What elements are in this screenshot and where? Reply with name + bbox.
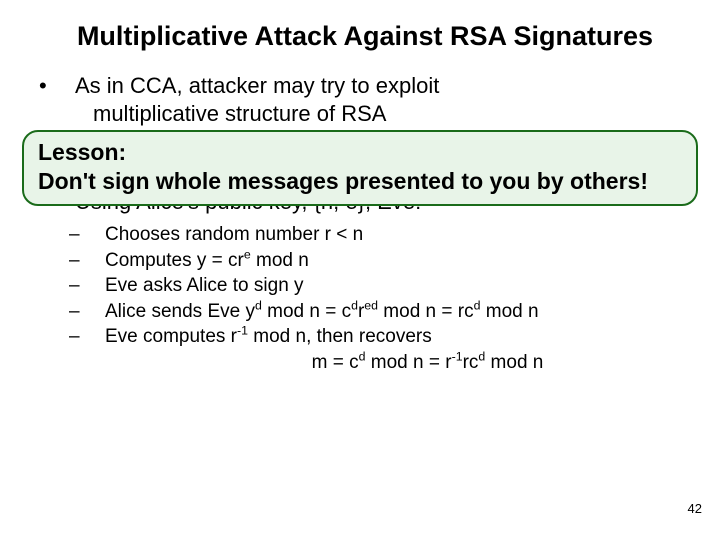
sup: d: [255, 298, 262, 312]
sub-text: Computes y = cr: [105, 250, 244, 271]
eq-text: m = c: [312, 352, 359, 373]
sub-text: mod n, then recovers: [248, 326, 432, 347]
equation: m = cd mod n = r-1rcd mod n: [105, 352, 680, 374]
bullet-text: multiplicative structure of RSA: [93, 101, 386, 126]
lesson-body: Don't sign whole messages presented to y…: [38, 167, 682, 196]
eq-text: mod n: [485, 352, 543, 373]
dash: –: [87, 273, 105, 299]
sub-text: mod n: [480, 301, 538, 322]
lesson-callout: Lesson: Don't sign whole messages presen…: [22, 130, 698, 206]
sub-item: –Alice sends Eve yd mod n = cdred mod n …: [105, 299, 680, 325]
slide: Multiplicative Attack Against RSA Signat…: [0, 0, 720, 540]
sub-text: mod n = c: [262, 301, 351, 322]
eq-text: mod n = r: [366, 352, 452, 373]
bullet-text: As in CCA, attacker may try to exploit: [75, 73, 439, 98]
sub-item: –Computes y = cre mod n: [105, 248, 680, 274]
sub-text: Alice sends Eve y: [105, 301, 255, 322]
lesson-heading: Lesson:: [38, 138, 682, 167]
sub-item: –Eve computes r-1 mod n, then recovers: [105, 324, 680, 350]
dash: –: [87, 324, 105, 350]
bullet-dot: •: [57, 72, 75, 100]
sub-text: mod n = rc: [378, 301, 474, 322]
page-number: 42: [688, 501, 702, 516]
bullet-item: •As in CCA, attacker may try to exploit …: [75, 72, 680, 127]
sup: -1: [452, 350, 463, 364]
sub-text: Chooses random number r < n: [105, 224, 363, 245]
sub-text: mod n: [251, 250, 309, 271]
slide-title: Multiplicative Attack Against RSA Signat…: [50, 20, 680, 52]
dash: –: [87, 299, 105, 325]
dash: –: [87, 222, 105, 248]
sub-item: –Eve asks Alice to sign y: [105, 273, 680, 299]
sup: d: [351, 298, 358, 312]
sub-text: Eve asks Alice to sign y: [105, 275, 304, 296]
sup: ed: [364, 298, 378, 312]
sup: e: [244, 247, 251, 261]
sub-text: Eve computes r: [105, 326, 237, 347]
sup: -1: [237, 324, 248, 338]
eq-text: rc: [463, 352, 479, 373]
sup: d: [359, 350, 366, 364]
dash: –: [87, 248, 105, 274]
sub-item: –Chooses random number r < n: [105, 222, 680, 248]
sub-list: –Chooses random number r < n –Computes y…: [105, 222, 680, 374]
